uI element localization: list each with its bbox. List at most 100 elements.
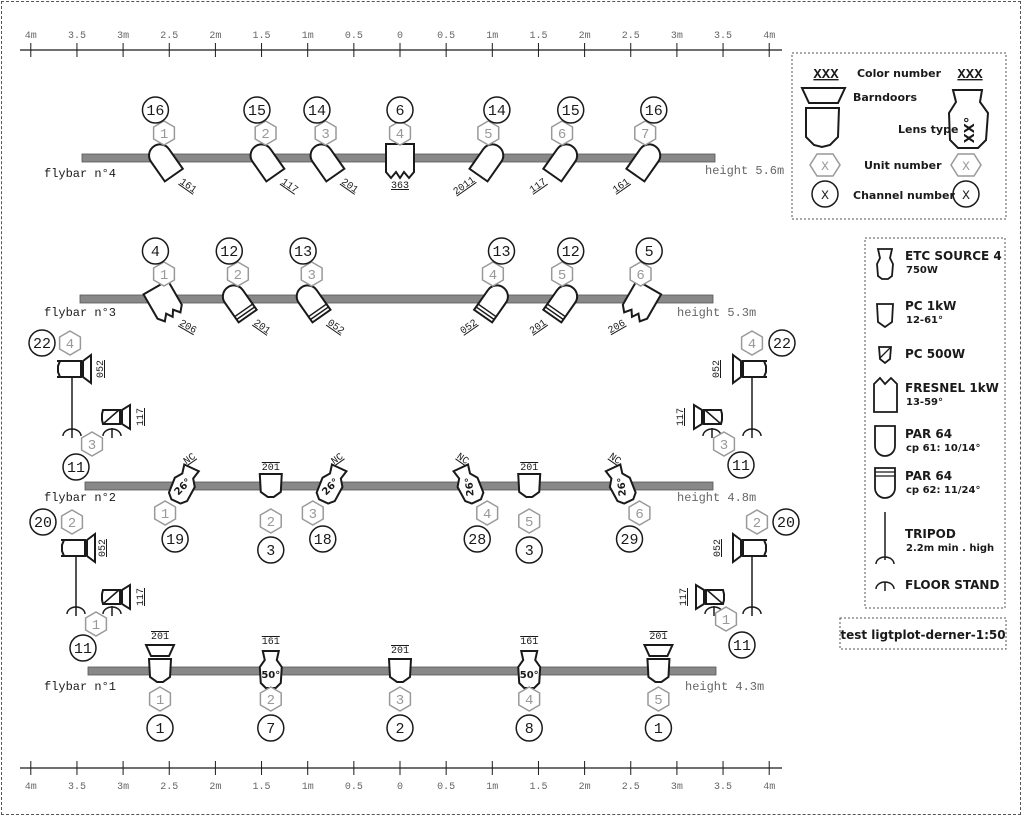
channel-number: 16	[146, 103, 164, 120]
scale-tick-label: 4m	[25, 31, 37, 42]
fixture-body	[249, 143, 286, 183]
scale-tick-label: 0	[397, 31, 403, 42]
fixture-body	[472, 284, 509, 324]
unit-sample-right: X	[962, 159, 970, 174]
scale-tick-label: 2m	[209, 782, 221, 793]
fresnel-icon	[385, 143, 415, 180]
barndoors-icon	[800, 87, 847, 104]
fixture-pc1k: 201 3 2	[386, 646, 414, 742]
pc500-side-icon	[695, 583, 725, 611]
scale-tick-label: 2.5	[622, 31, 640, 42]
legend-fixture-name: PC 1kW	[905, 299, 956, 313]
flybar-height: height 5.3m	[677, 306, 756, 320]
legend-fixture-detail: 2.2m min . high	[906, 543, 994, 554]
color-number: 117	[528, 177, 549, 196]
scale-tick-label: 2m	[209, 31, 221, 42]
flybar-name: flybar n°1	[44, 680, 116, 694]
fixture-source4: 26°NC428	[451, 452, 499, 553]
fixture-source4: 50° 161 4 8	[515, 637, 543, 742]
fresnel-icon	[142, 279, 183, 323]
unit-number: 4	[748, 337, 756, 353]
channel-number: 3	[525, 543, 534, 560]
legend-item-par62: PAR 64 cp 62: 11/24°	[874, 467, 980, 499]
scale-tick-label: 2.5	[160, 31, 178, 42]
scale-tick-label: 1m	[486, 782, 498, 793]
unit-number: 4	[66, 337, 74, 353]
fresnel-icon	[873, 376, 898, 413]
lens-type: 26°	[616, 477, 629, 497]
unit-number: 4	[489, 268, 497, 284]
par64-icon	[541, 143, 579, 183]
color-number: 117	[136, 408, 147, 426]
unit-number: 6	[558, 127, 566, 143]
fixture-body	[309, 143, 346, 183]
fixture-source4: 26°NC629	[604, 452, 651, 553]
scale-tick-label: 2.5	[160, 782, 178, 793]
fixture-body	[295, 284, 332, 324]
channel-number: 12	[562, 244, 580, 261]
fixture-body	[142, 279, 183, 323]
scale-tick-label: 0.5	[437, 782, 455, 793]
flybar-3: flybar n°3 height 5.3m2061420121205231305…	[44, 237, 756, 337]
scale-tick-label: 1m	[486, 31, 498, 42]
unit-number: 7	[641, 127, 649, 143]
legend-fixtures: ETC SOURCE 4 750W PC 1kW 12-61° PC 500W FRESN…	[864, 237, 1006, 609]
color-number: 161	[262, 637, 280, 648]
pc1k-side-icon	[732, 353, 767, 385]
legend-fixture-detail: 12-61°	[906, 315, 943, 326]
barndoors-icon	[82, 353, 92, 385]
color-number: 052	[98, 539, 109, 557]
unit-number: 6	[635, 507, 643, 523]
fixture-body	[385, 143, 415, 180]
pc1k-side-icon	[61, 532, 96, 564]
legend-fixture-name: PAR 64	[905, 469, 952, 483]
par64-icon	[468, 143, 505, 183]
color-number: 206	[177, 318, 198, 337]
scale-tick-label: 1.5	[529, 782, 547, 793]
barndoors-icon	[732, 353, 742, 385]
fixture-par61: 117 6 15	[528, 96, 585, 196]
flybar-name: flybar n°3	[44, 306, 116, 320]
barndoors-icon	[732, 532, 742, 564]
unit-number: 4	[396, 127, 404, 143]
legend-fixture-name: TRIPOD	[905, 527, 956, 541]
legend-fixture-name: PC 500W	[905, 347, 965, 361]
unit-number: 5	[654, 693, 662, 709]
channel-sample-right: X	[962, 188, 970, 203]
pc-icon	[387, 658, 413, 683]
unit-number: 1	[722, 613, 730, 629]
scale-tick-label: 3m	[117, 31, 129, 42]
unit-number: 5	[525, 515, 533, 531]
legend-fixture-detail: 13-59°	[906, 397, 943, 408]
flybar-height: height 5.6m	[705, 164, 784, 178]
pc500-side-icon	[101, 403, 131, 431]
legend-item-pc500: PC 500W	[878, 346, 965, 365]
fixture-par61: 161 7 16	[611, 96, 668, 196]
unit-number: 2	[234, 268, 242, 284]
barndoors-icon	[86, 532, 96, 564]
unit-number: 5	[484, 127, 492, 143]
legend-item-floorstand: FLOOR STAND	[875, 578, 999, 592]
legend-fixture-detail: 750W	[906, 265, 938, 276]
barndoors-icon	[693, 403, 703, 431]
channel-number: 22	[33, 336, 51, 353]
unit-number: 1	[92, 618, 100, 634]
legend-fixture-name: FRESNEL 1kW	[905, 381, 999, 395]
unit-number: 2	[267, 515, 275, 531]
scale-tick-label: 3.5	[68, 782, 86, 793]
scale-tick-label: 4m	[25, 782, 37, 793]
unit-number: 2	[261, 127, 269, 143]
lens-type: 50°	[520, 670, 539, 681]
color-number: 117	[676, 408, 687, 426]
color-number: 052	[325, 318, 346, 337]
color-number: 201	[391, 646, 409, 657]
scale-tick-label: 3.5	[68, 31, 86, 42]
scale-tick-label: 2m	[579, 31, 591, 42]
channel-number: 11	[732, 458, 750, 475]
unit-number: 4	[525, 693, 533, 709]
fixture-par62: 052 4 13	[459, 237, 516, 337]
flybar-1: flybar n°1 height 4.3m2011150°16127201325…	[44, 632, 764, 742]
fixture-fresnel: 206 14	[141, 237, 198, 337]
scale-tick-label: 0	[397, 782, 403, 793]
channel-sample-left: X	[821, 188, 829, 203]
